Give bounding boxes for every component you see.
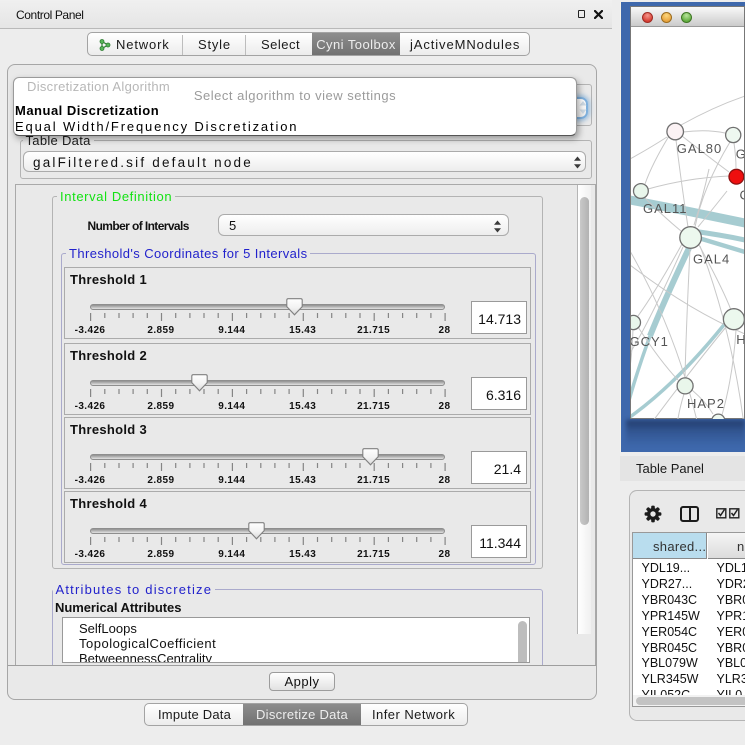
svg-text:C: C	[740, 187, 745, 202]
svg-text:HAP2: HAP2	[687, 396, 725, 411]
svg-text:G.: G.	[736, 147, 744, 162]
svg-text:GCY1: GCY1	[631, 334, 669, 349]
svg-text:H: H	[736, 332, 744, 347]
svg-text:GAL11: GAL11	[643, 201, 688, 216]
svg-text:GAL4: GAL4	[693, 252, 730, 267]
svg-text:GAL80: GAL80	[677, 141, 722, 156]
